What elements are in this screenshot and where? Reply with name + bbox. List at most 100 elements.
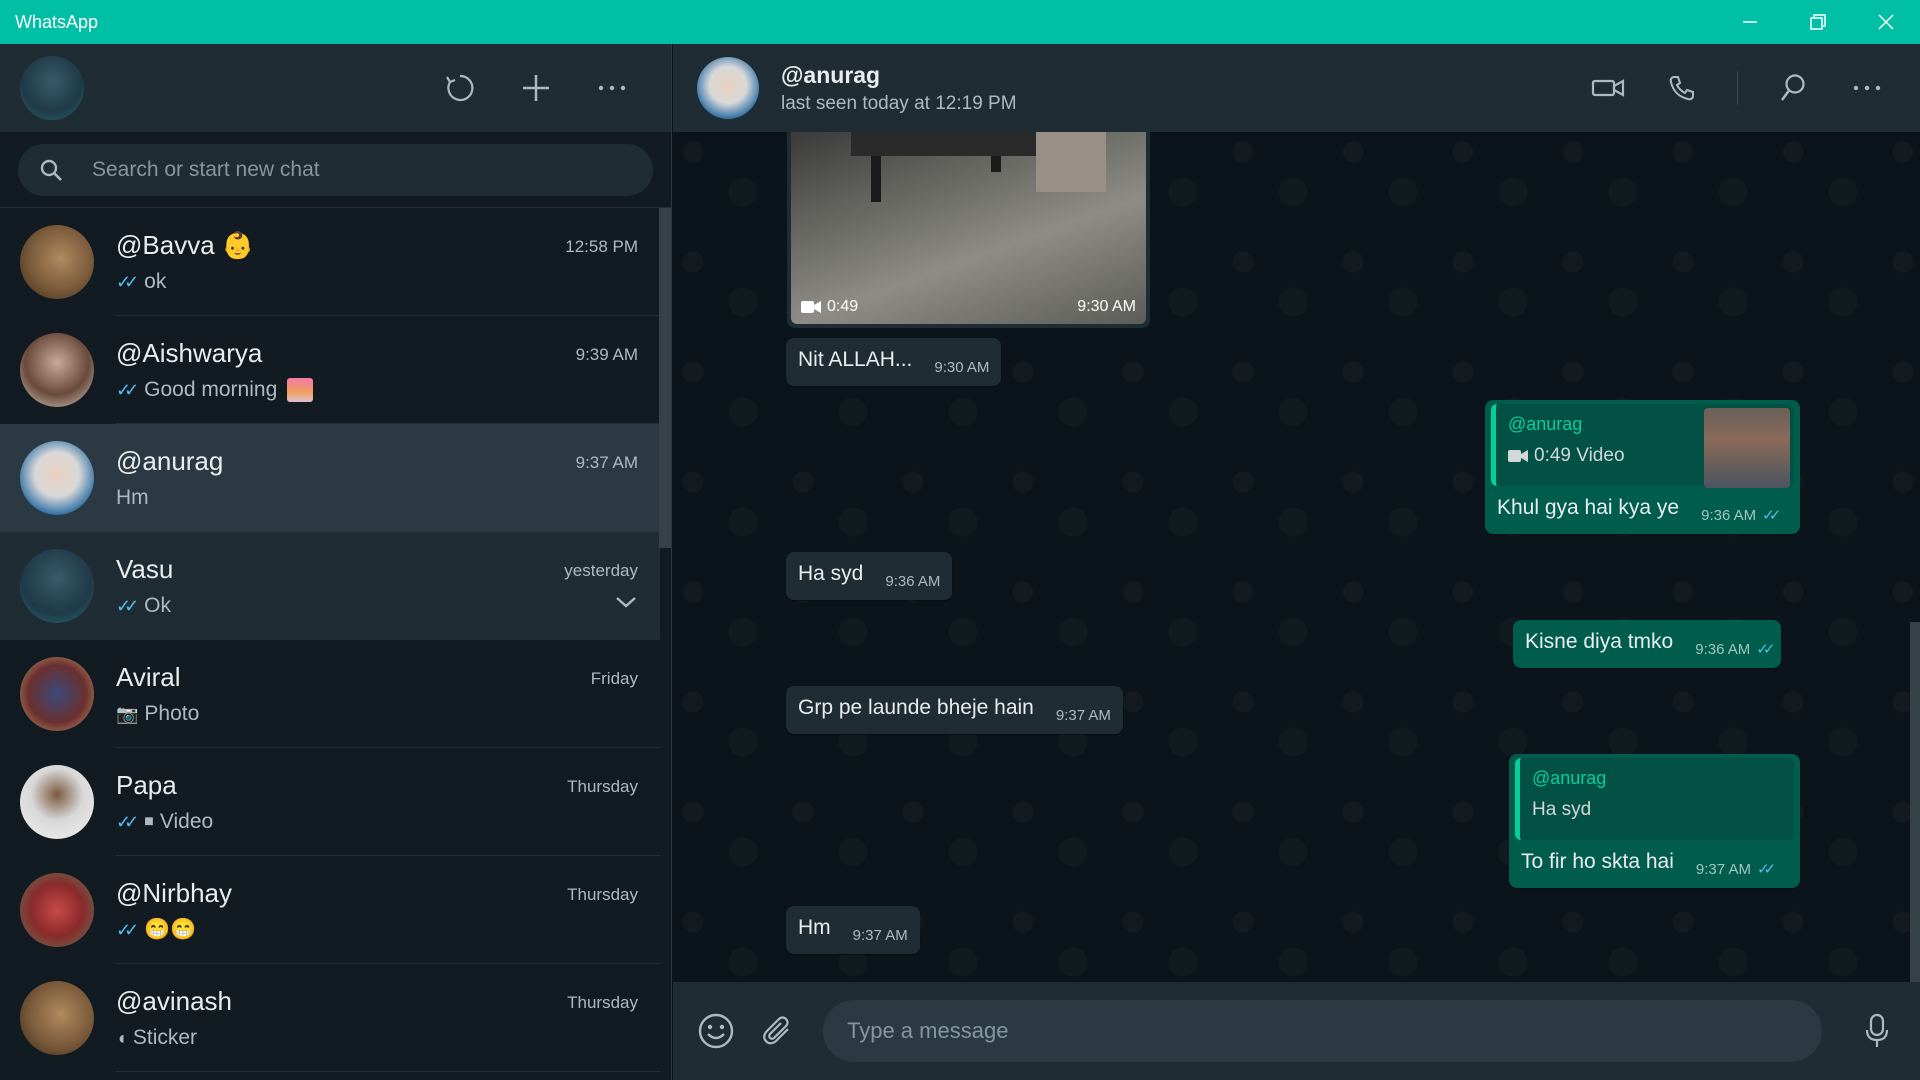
search-input[interactable]: [92, 158, 592, 182]
message-incoming[interactable]: Nit ALLAH... 9:30 AM: [786, 338, 1002, 386]
menu-button[interactable]: [593, 69, 631, 107]
message-outgoing[interactable]: @anurag Ha syd To fir ho skta hai 9:37 AM…: [1509, 754, 1800, 888]
status-button[interactable]: [441, 69, 479, 107]
avatar: [20, 657, 94, 731]
quoted-text: 0:49 Video: [1534, 445, 1625, 466]
camera-icon: 📷: [116, 703, 139, 724]
new-chat-button[interactable]: [517, 69, 555, 107]
contact-info[interactable]: @anurag last seen today at 12:19 PM: [781, 62, 1017, 115]
avatar: [20, 333, 94, 407]
baby-emoji: 👶: [221, 230, 255, 260]
message-time: 9:36 AM: [1695, 641, 1751, 658]
message-scrollbar[interactable]: [1910, 622, 1920, 982]
chat-item-anurag[interactable]: @anurag 9:37 AM Hm: [0, 424, 660, 532]
emoji-button[interactable]: [697, 1012, 735, 1050]
search-icon: [1781, 74, 1805, 101]
chat-list-scrollbar[interactable]: [659, 208, 671, 548]
video-call-button[interactable]: [1589, 69, 1627, 107]
search-area: [0, 132, 671, 208]
chat-item-bavva[interactable]: @Bavva 👶 12:58 PM ✓✓ ok: [0, 208, 660, 316]
chevron-down-icon[interactable]: [614, 594, 638, 615]
restore-icon: [1810, 14, 1826, 30]
attach-button[interactable]: [759, 1012, 797, 1050]
quoted-message[interactable]: @anurag 0:49 Video: [1491, 404, 1794, 488]
message-text: Nit ALLAH...: [798, 348, 913, 371]
chat-preview: Sticker: [132, 1026, 198, 1049]
chat-time: Thursday: [567, 777, 638, 796]
chat-name: @avinash: [116, 986, 233, 1016]
chat-item-nirbhay[interactable]: @Nirbhay Thursday ✓✓ 😁😁: [0, 856, 660, 964]
message-time: 9:37 AM: [1695, 861, 1751, 878]
chat-name: @Aishwarya: [116, 338, 263, 368]
conversation-header: @anurag last seen today at 12:19 PM: [673, 44, 1920, 132]
message-incoming[interactable]: Ha syd 9:36 AM: [786, 552, 953, 600]
avatar: [20, 549, 94, 623]
search-icon: [40, 159, 62, 181]
chat-time: Thursday: [567, 993, 638, 1012]
minimize-icon: [1743, 21, 1757, 23]
more-options-icon: [1853, 85, 1881, 91]
chat-item-aishwarya[interactable]: @Aishwarya 9:39 AM ✓✓ Good morning: [0, 316, 660, 424]
chat-preview: Video: [159, 810, 214, 833]
restore-button[interactable]: [1784, 0, 1852, 44]
search-messages-button[interactable]: [1774, 69, 1812, 107]
my-avatar[interactable]: [20, 56, 84, 120]
chat-preview: Ok: [144, 594, 172, 617]
voice-call-button[interactable]: [1663, 69, 1701, 107]
search-box[interactable]: [18, 144, 653, 196]
message-incoming[interactable]: Grp pe launde bheje hain 9:37 AM: [786, 686, 1123, 734]
message-time: 9:30 AM: [1077, 298, 1136, 315]
video-icon: [1508, 450, 1528, 462]
message-text: To fir ho skta hai: [1521, 850, 1674, 873]
sidebar-header: [0, 44, 671, 132]
microphone-icon: [1865, 1013, 1889, 1047]
message-outgoing[interactable]: @anurag 0:49 Video Khul gya hai kya ye 9:…: [1485, 400, 1800, 534]
message-input[interactable]: [847, 1018, 1822, 1044]
message-composer: [673, 982, 1920, 1080]
chat-name: Aviral: [116, 662, 181, 692]
chat-item-papa[interactable]: Papa Thursday ✓✓ ■ Video: [0, 748, 660, 856]
double-tick-icon: ✓✓: [1762, 507, 1781, 524]
double-tick-icon: ✓✓: [1756, 861, 1776, 878]
chat-name: @Nirbhay: [116, 878, 232, 908]
chat-name: @anurag: [116, 446, 224, 476]
sticker-icon: ◖: [116, 1027, 127, 1048]
chat-list: @Bavva 👶 12:58 PM ✓✓ ok @Aishwarya 9:39 A…: [0, 208, 671, 1080]
chat-preview: Hm: [116, 486, 149, 509]
video-duration: 0:49: [827, 298, 859, 315]
chat-time: yesterday: [564, 561, 638, 580]
minimize-button[interactable]: [1716, 0, 1784, 44]
message-outgoing[interactable]: Kisne diya tmko 9:36 AM ✓✓: [1513, 620, 1782, 668]
contact-name: @anurag: [781, 61, 881, 88]
message-input-box[interactable]: [823, 1000, 1822, 1062]
close-button[interactable]: [1852, 0, 1920, 44]
quoted-author: @anurag: [1532, 768, 1607, 788]
message-time: 9:37 AM: [852, 927, 908, 944]
chat-item-aviral[interactable]: Aviral Friday 📷 Photo: [0, 640, 660, 748]
contact-avatar[interactable]: [697, 57, 759, 119]
message-text: Hm: [798, 916, 831, 939]
video-message[interactable]: 0:49 9:30 AM: [787, 132, 1150, 328]
header-divider: [1737, 71, 1738, 105]
voice-message-button[interactable]: [1858, 1012, 1896, 1050]
chat-item-vasu[interactable]: Vasu yesterday ✓✓ Ok: [0, 532, 660, 640]
chat-item-avinash[interactable]: @avinash Thursday ◖ Sticker: [0, 964, 660, 1072]
message-time: 9:36 AM: [885, 573, 941, 590]
message-incoming[interactable]: Hm 9:37 AM: [786, 906, 920, 954]
video-thumbnail: 0:49 9:30 AM: [791, 132, 1146, 324]
double-tick-icon: ✓✓: [116, 919, 139, 940]
chat-menu-button[interactable]: [1848, 69, 1886, 107]
avatar: [20, 981, 94, 1055]
quoted-text: Ha syd: [1532, 799, 1592, 820]
chat-time: 9:37 AM: [575, 453, 638, 472]
conversation-pane: @anurag last seen today at 12:19 PM 0:49…: [673, 44, 1920, 1080]
message-text: Grp pe launde bheje hain: [798, 696, 1034, 719]
double-tick-icon: ✓✓: [116, 271, 139, 292]
quoted-message[interactable]: @anurag Ha syd: [1515, 758, 1794, 840]
message-text: Ha syd: [798, 562, 864, 585]
avatar: [20, 873, 94, 947]
plus-icon: [523, 75, 549, 101]
video-icon: [801, 301, 821, 313]
message-time: 9:30 AM: [934, 359, 990, 376]
message-time: 9:36 AM: [1701, 507, 1757, 524]
